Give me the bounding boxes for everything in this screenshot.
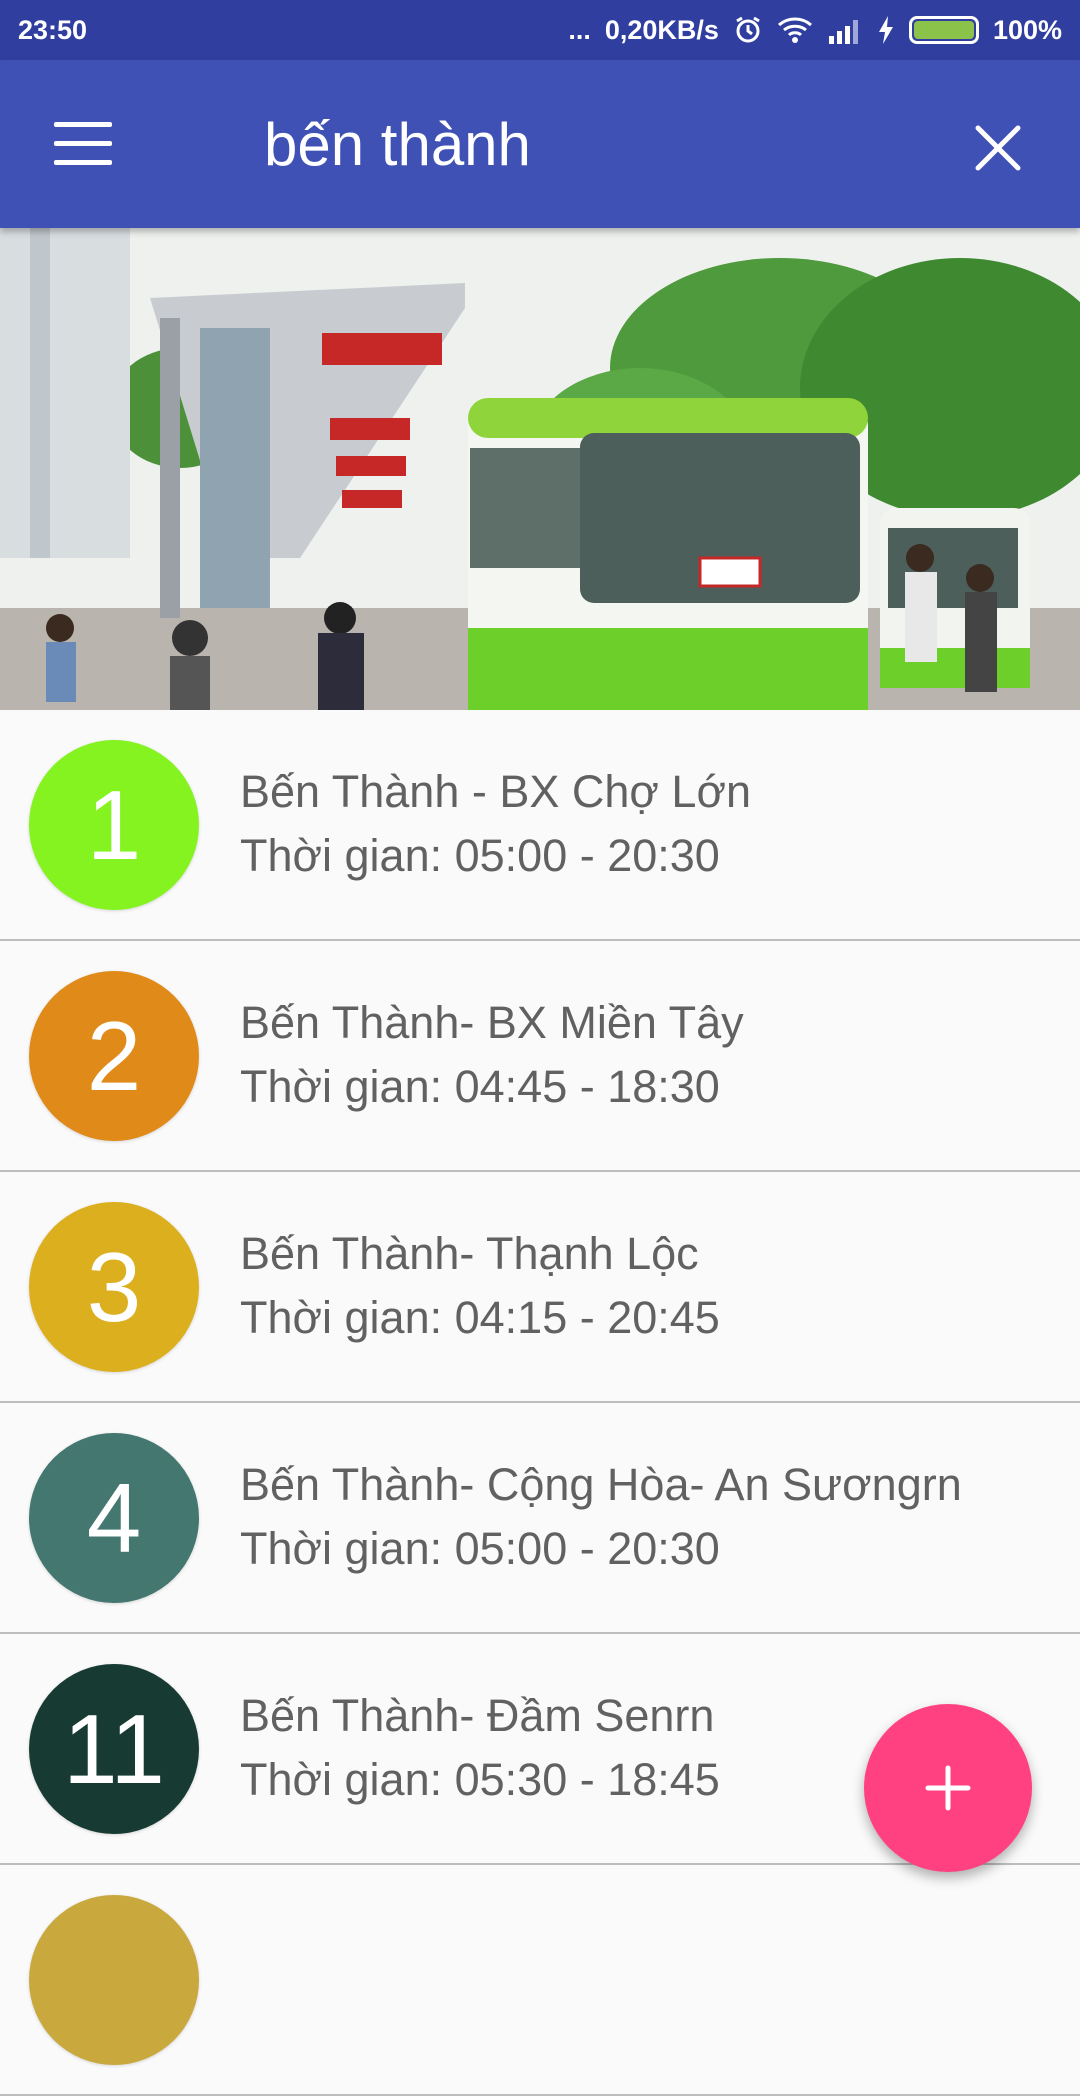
route-time: Thời gian: 04:45 - 18:30: [240, 1061, 720, 1112]
wifi-icon: [777, 15, 813, 45]
battery-percent: 100%: [992, 14, 1062, 45]
alarm-icon: [733, 15, 763, 45]
route-list: 1 Bến Thành - BX Chợ Lớn Thời gian: 05:0…: [0, 710, 1080, 2096]
route-time: Thời gian: 05:00 - 20:30: [240, 830, 720, 881]
route-title: Bến Thành - BX Chợ Lớn: [240, 766, 751, 817]
route-number-badge: 4: [29, 1433, 199, 1603]
charging-icon: [877, 15, 895, 45]
list-item[interactable]: 2 Bến Thành- BX Miền Tây Thời gian: 04:4…: [0, 941, 1080, 1172]
route-time: Thời gian: 05:00 - 20:30: [240, 1523, 720, 1574]
signal-icon: [827, 16, 863, 44]
route-number-badge: 1: [29, 740, 199, 910]
close-icon[interactable]: [970, 120, 1026, 176]
list-item[interactable]: [0, 1865, 1080, 2096]
plus-icon: [925, 1765, 971, 1811]
list-item[interactable]: 3 Bến Thành- Thạnh Lộc Thời gian: 04:15 …: [0, 1172, 1080, 1403]
hero-image: [0, 228, 1080, 710]
network-speed: 0,20KB/s: [604, 14, 719, 45]
app-bar: bến thành: [0, 60, 1080, 228]
route-number-badge: 3: [29, 1202, 199, 1372]
route-number-badge: 11: [29, 1664, 199, 1834]
route-title: Bến Thành- BX Miền Tây: [240, 997, 744, 1048]
route-number-badge: [29, 1895, 199, 2065]
list-item[interactable]: 4 Bến Thành- Cộng Hòa- An Sươngrn Thời g…: [0, 1403, 1080, 1634]
status-bar: 23:50 ... 0,20KB/s 100%: [0, 0, 1080, 60]
add-button[interactable]: [864, 1704, 1032, 1872]
list-item[interactable]: 1 Bến Thành - BX Chợ Lớn Thời gian: 05:0…: [0, 710, 1080, 941]
route-time: Thời gian: 04:15 - 20:45: [240, 1292, 720, 1343]
menu-icon[interactable]: [54, 122, 112, 166]
search-input[interactable]: bến thành: [264, 110, 531, 179]
route-number-badge: 2: [29, 971, 199, 1141]
route-title: Bến Thành- Thạnh Lộc: [240, 1228, 699, 1279]
battery-icon: [908, 16, 979, 44]
status-time: 23:50: [18, 14, 88, 45]
route-time: Thời gian: 05:30 - 18:45: [240, 1754, 720, 1805]
status-dots: ...: [568, 14, 591, 45]
route-title: Bến Thành- Cộng Hòa- An Sươngrn: [240, 1459, 962, 1510]
bus-station-photo: [0, 228, 1080, 710]
route-title: Bến Thành- Đầm Senrn: [240, 1690, 715, 1741]
status-icons: ... 0,20KB/s 100%: [568, 15, 1062, 46]
